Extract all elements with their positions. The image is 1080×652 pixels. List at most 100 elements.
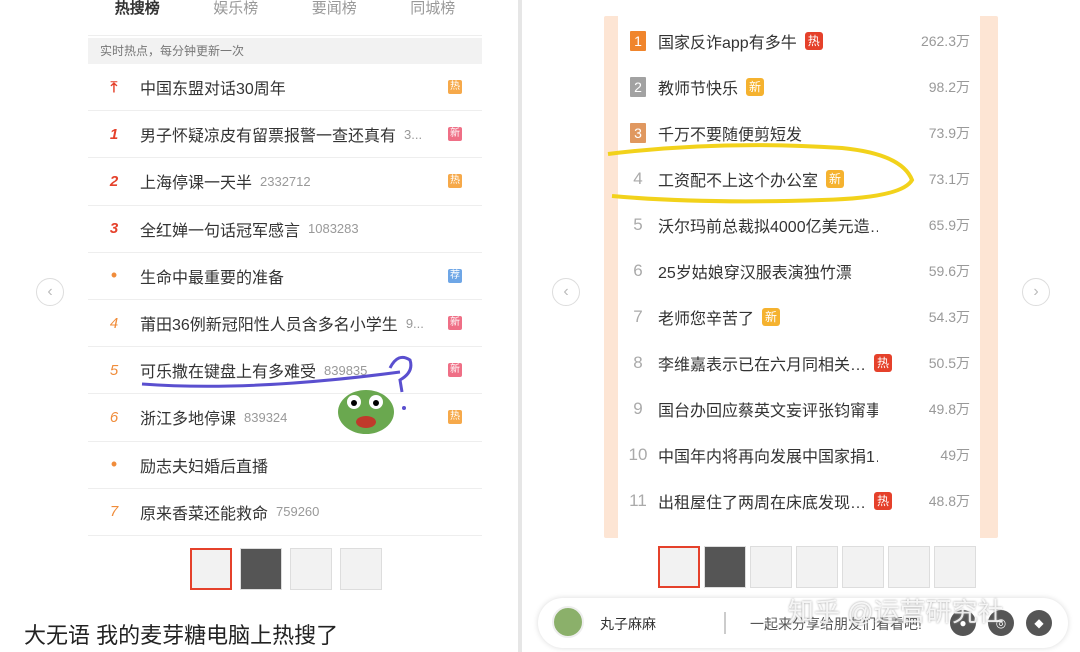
item-title: 生命中最重要的准备 <box>140 269 285 287</box>
item-title: 老师您辛苦了 <box>658 311 755 328</box>
item-title: 可乐撒在键盘上有多难受 <box>140 364 317 382</box>
item-count: 73.1万 <box>928 171 970 187</box>
list-item[interactable]: 8 李维嘉表示已在六月同相关… 热 50.5万 <box>618 340 980 386</box>
item-title: 上海停课一天半 <box>140 175 253 193</box>
list-item[interactable]: • 励志夫妇婚后直播 <box>88 442 482 489</box>
item-title: 千万不要随便剪短发 <box>658 127 803 144</box>
avatar[interactable] <box>552 606 584 638</box>
status-badge: 新 <box>448 127 462 142</box>
thumbnail[interactable] <box>240 548 282 590</box>
list-item[interactable]: • 生命中最重要的准备 荐 <box>88 253 482 300</box>
item-title: 励志夫妇婚后直播 <box>140 458 269 476</box>
status-badge: 热 <box>448 80 462 95</box>
item-count: 98.2万 <box>928 79 970 95</box>
thumbnail[interactable] <box>888 546 930 588</box>
status-badge: 热 <box>448 174 462 189</box>
list-item[interactable]: 4 莆田36例新冠阳性人员含多名小学生 9... 新 <box>88 300 482 348</box>
tab-news[interactable]: 要闻榜 <box>285 0 384 35</box>
item-title: 中国东盟对话30周年 <box>140 81 286 99</box>
status-badge: 热 <box>874 492 893 510</box>
thumbnail[interactable] <box>190 548 232 590</box>
item-count: 54.3万 <box>928 309 970 325</box>
item-title: 教师节快乐 <box>658 81 739 98</box>
item-title: 全红婵一句话冠军感言 <box>140 222 301 240</box>
rank-number: 2 <box>630 77 646 97</box>
item-count: 262.3万 <box>920 33 970 49</box>
item-title: 中国年内将再向发展中国家捐1… <box>658 449 878 466</box>
item-count: 59.6万 <box>928 263 970 279</box>
list-item[interactable]: 9 国台办回应蔡英文妄评张钧甯事件 49.8万 <box>618 386 980 432</box>
list-item[interactable]: 6 25岁姑娘穿汉服表演独竹漂 59.6万 <box>618 248 980 294</box>
list-item[interactable]: 5 可乐撒在键盘上有多难受 839835 新 <box>88 347 482 395</box>
item-title: 男子怀疑凉皮有留票报警一查还真有 <box>140 128 397 146</box>
item-count: 48.8万 <box>928 493 970 509</box>
item-title: 浙江多地停课 <box>140 411 237 429</box>
list-item[interactable]: 1 国家反诈app有多牛热 262.3万 <box>618 18 980 64</box>
list-item[interactable]: 4 工资配不上这个办公室新 73.1万 <box>618 156 980 202</box>
tab-entertainment[interactable]: 娱乐榜 <box>187 0 286 35</box>
list-item[interactable]: 5 沃尔玛前总裁拟4000亿美元造… 65.9万 <box>618 202 980 248</box>
separator <box>724 612 726 634</box>
post-caption: 大无语 我的麦芽糖电脑上热搜了 <box>24 623 339 648</box>
list-item[interactable]: 3 千万不要随便剪短发 73.9万 <box>618 110 980 156</box>
thumbnail[interactable] <box>934 546 976 588</box>
image-thumbnail-strip <box>190 548 382 590</box>
rank-number: 5 <box>109 361 119 379</box>
thumbnail[interactable] <box>340 548 382 590</box>
item-count: 65.9万 <box>928 217 970 233</box>
list-item[interactable]: 3 全红婵一句话冠军感言 1083283 <box>88 206 482 253</box>
dot-icon: • <box>110 265 118 286</box>
rank-number: 4 <box>109 314 119 332</box>
thumbnail[interactable] <box>796 546 838 588</box>
rank-number: 7 <box>633 307 643 326</box>
status-badge: 新 <box>448 363 462 378</box>
thumbnail[interactable] <box>704 546 746 588</box>
update-subtitle: 实时热点，每分钟更新一次 <box>88 38 482 64</box>
tab-local[interactable]: 同城榜 <box>384 0 483 35</box>
item-count: 1083283 <box>308 221 359 237</box>
right-screenshot-panel: 1 国家反诈app有多牛热 262.3万 2 教师节快乐新 98.2万 3 千万不要随便剪短发… <box>522 0 1080 652</box>
list-item[interactable]: 7 老师您辛苦了新 54.3万 <box>618 294 980 340</box>
status-badge: 新 <box>448 316 462 331</box>
status-badge: 荐 <box>448 268 462 283</box>
item-count: 759260 <box>276 504 320 520</box>
list-item[interactable]: 2 上海停课一天半 2332712 热 <box>88 158 482 206</box>
weibo-icon[interactable]: ◆ <box>1026 610 1052 636</box>
item-count: 839835 <box>324 362 368 378</box>
item-count: 49万 <box>940 447 970 463</box>
item-title: 国家反诈app有多牛 <box>658 35 797 52</box>
list-item[interactable]: 7 原来香菜还能救命 759260 <box>88 489 482 536</box>
item-count: 9... <box>405 315 424 331</box>
thumbnail[interactable] <box>290 548 332 590</box>
prev-arrow-icon[interactable]: ‹ <box>552 278 580 306</box>
status-badge: 热 <box>448 410 462 425</box>
list-item[interactable]: 11 出租屋住了两周在床底发现… 热 48.8万 <box>618 478 980 524</box>
rank-number: 1 <box>630 31 646 51</box>
list-item[interactable]: 10 中国年内将再向发展中国家捐1… 49万 <box>618 432 980 478</box>
thumbnail[interactable] <box>842 546 884 588</box>
user-name[interactable]: 丸子麻麻 <box>600 614 656 634</box>
list-item[interactable]: 2 教师节快乐新 98.2万 <box>618 64 980 110</box>
item-title: 李维嘉表示已在六月同相关… <box>658 357 867 374</box>
item-title: 工资配不上这个办公室 <box>658 173 819 190</box>
hot-search-tabs: 热搜榜 娱乐榜 要闻榜 同城榜 <box>88 0 482 36</box>
item-title: 沃尔玛前总裁拟4000亿美元造… <box>658 219 878 236</box>
tab-hot-search[interactable]: 热搜榜 <box>88 0 187 35</box>
item-title: 原来香菜还能救命 <box>140 505 269 523</box>
item-title: 国台办回应蔡英文妄评张钧甯事件 <box>658 403 878 420</box>
thumbnail[interactable] <box>658 546 700 588</box>
rank-number: 8 <box>633 353 643 372</box>
list-item[interactable]: ⤒ 中国东盟对话30周年 热 <box>88 64 482 112</box>
status-badge: 新 <box>762 308 781 326</box>
item-count: 839324 <box>244 409 288 425</box>
list-item[interactable]: 6 浙江多地停课 839324 热 <box>88 394 482 442</box>
thumbnail[interactable] <box>750 546 792 588</box>
dot-icon: • <box>110 454 118 475</box>
hot-list: 1 国家反诈app有多牛热 262.3万 2 教师节快乐新 98.2万 3 千万不要随便剪短发… <box>618 16 980 538</box>
prev-arrow-icon[interactable]: ‹ <box>36 278 64 306</box>
item-count: 73.9万 <box>928 125 970 141</box>
status-badge: 热 <box>874 354 893 372</box>
next-arrow-icon[interactable]: › <box>1022 278 1050 306</box>
list-item[interactable]: 1 男子怀疑凉皮有留票报警一查还真有 3... 新 <box>88 111 482 159</box>
item-title: 25岁姑娘穿汉服表演独竹漂 <box>658 265 852 282</box>
